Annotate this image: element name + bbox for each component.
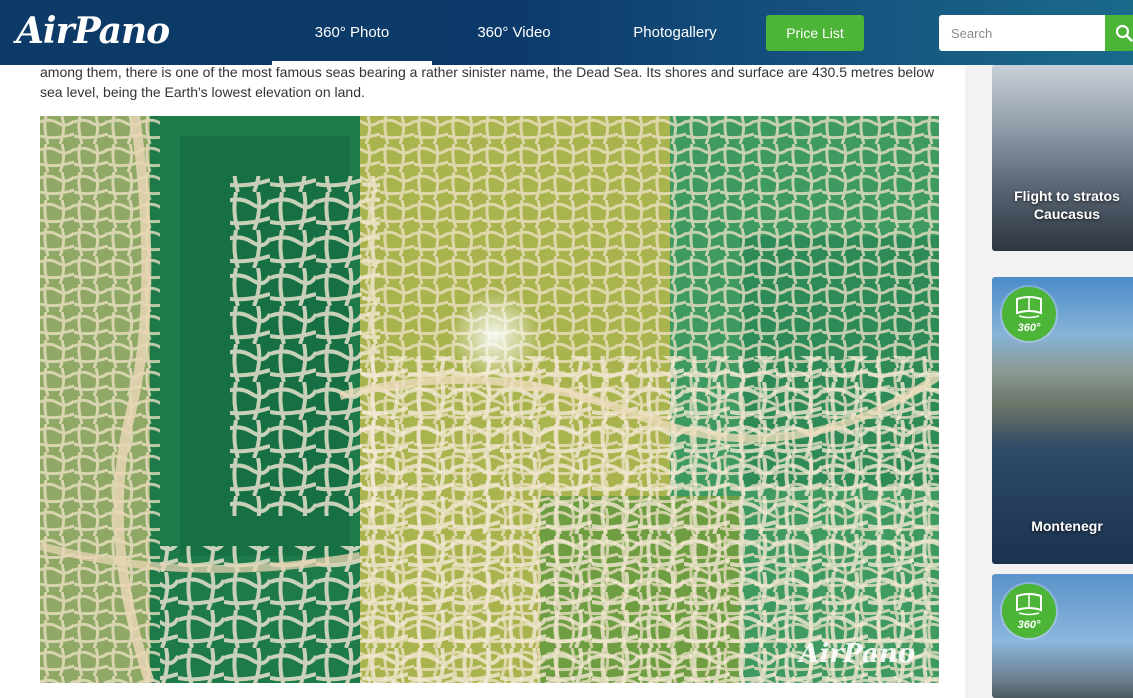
header: AirPano 360° Photo 360° Video Photogalle… [0, 0, 1133, 65]
nav-360-video[interactable]: 360° Video [450, 0, 578, 65]
panorama-icon [1016, 296, 1042, 319]
panorama-icon [1016, 593, 1042, 616]
badge-label: 360° [1017, 619, 1041, 631]
dead-sea-aerial-photo[interactable]: AirPano [40, 116, 939, 683]
nav-label: 360° Video [477, 24, 551, 41]
card-title: Flight to stratos Caucasus [1014, 188, 1120, 222]
panorama-360-badge: 360° [1002, 287, 1056, 341]
price-list-button[interactable]: Price List [766, 15, 864, 51]
tour-card[interactable]: 360° [992, 574, 1133, 698]
nav-label: Photogallery [633, 24, 717, 41]
panorama-360-badge: 360° [1002, 584, 1056, 638]
main-content: among them, there is one of the most fam… [0, 64, 965, 698]
tour-card-montenegro[interactable]: 360° Montenegr [992, 277, 1133, 564]
sidebar: Flight to stratos Caucasus 360° Monteneg… [965, 65, 1133, 698]
search-button[interactable] [1105, 15, 1133, 51]
photo-artwork [40, 116, 939, 683]
intro-text: among them, there is one of the most fam… [40, 64, 935, 100]
badge-label: 360° [1017, 322, 1041, 334]
airpano-logo[interactable]: AirPano [16, 10, 170, 52]
card-title: Montenegr [1031, 518, 1103, 534]
search-icon [1115, 24, 1133, 42]
nav-360-photo[interactable]: 360° Photo [272, 0, 432, 65]
search-input[interactable] [939, 15, 1105, 51]
nav-photogallery[interactable]: Photogallery [600, 0, 750, 65]
photo-watermark: AirPano [799, 639, 915, 669]
nav-label: 360° Photo [314, 24, 390, 41]
tour-card-stratosphere[interactable]: Flight to stratos Caucasus [992, 65, 1133, 251]
